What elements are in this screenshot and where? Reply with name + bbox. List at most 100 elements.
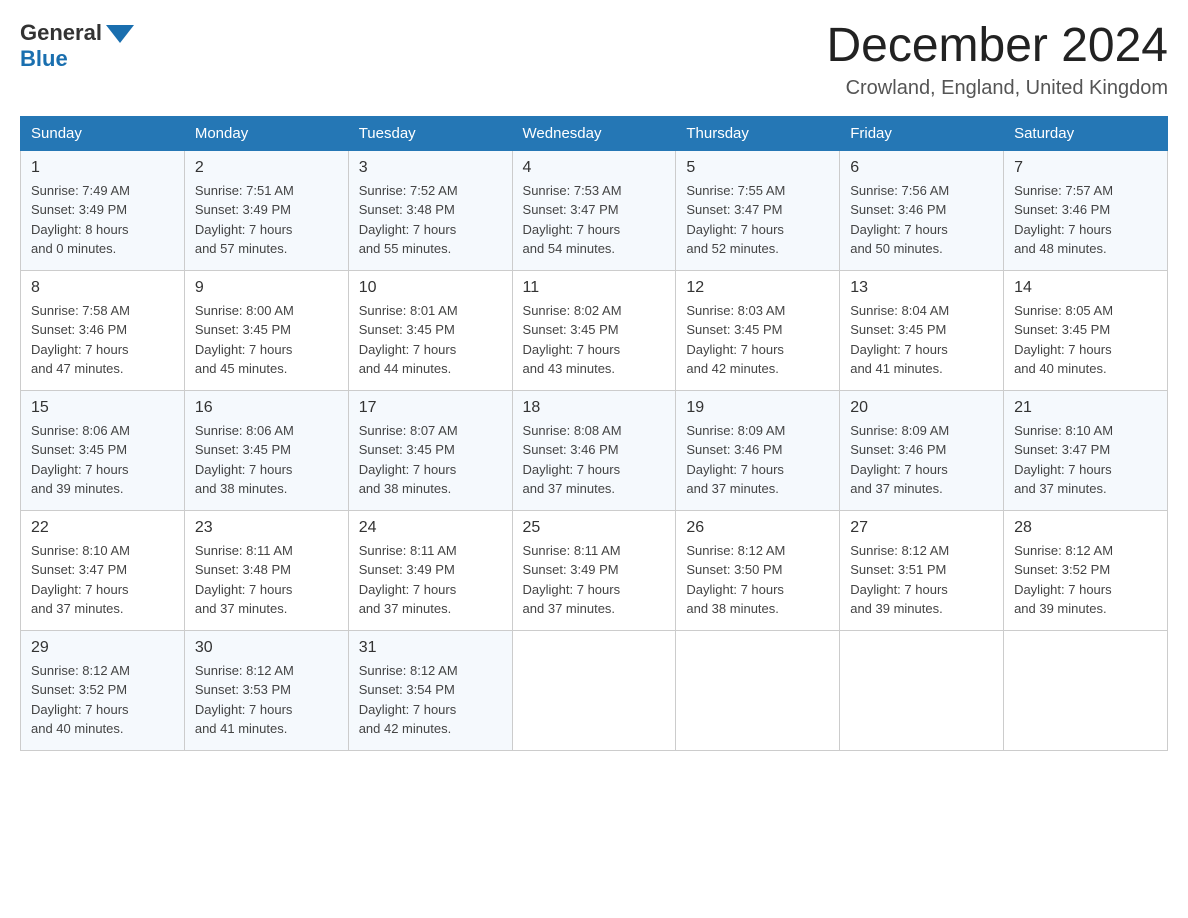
- day-number: 17: [359, 399, 502, 417]
- day-number: 20: [850, 399, 993, 417]
- table-row: 1 Sunrise: 7:49 AM Sunset: 3:49 PM Dayli…: [21, 150, 185, 270]
- table-row: 7 Sunrise: 7:57 AM Sunset: 3:46 PM Dayli…: [1004, 150, 1168, 270]
- table-row: 4 Sunrise: 7:53 AM Sunset: 3:47 PM Dayli…: [512, 150, 676, 270]
- day-info: Sunrise: 8:03 AM Sunset: 3:45 PM Dayligh…: [686, 301, 829, 379]
- day-number: 6: [850, 159, 993, 177]
- day-info: Sunrise: 8:12 AM Sunset: 3:52 PM Dayligh…: [31, 661, 174, 739]
- day-number: 18: [523, 399, 666, 417]
- day-info: Sunrise: 8:07 AM Sunset: 3:45 PM Dayligh…: [359, 421, 502, 499]
- logo-blue-text: Blue: [20, 46, 134, 72]
- day-number: 23: [195, 519, 338, 537]
- location-text: Crowland, England, United Kingdom: [826, 77, 1168, 100]
- table-row: 5 Sunrise: 7:55 AM Sunset: 3:47 PM Dayli…: [676, 150, 840, 270]
- day-info: Sunrise: 7:58 AM Sunset: 3:46 PM Dayligh…: [31, 301, 174, 379]
- day-info: Sunrise: 7:56 AM Sunset: 3:46 PM Dayligh…: [850, 181, 993, 259]
- day-number: 21: [1014, 399, 1157, 417]
- calendar-week-1: 1 Sunrise: 7:49 AM Sunset: 3:49 PM Dayli…: [21, 150, 1168, 270]
- day-info: Sunrise: 8:12 AM Sunset: 3:54 PM Dayligh…: [359, 661, 502, 739]
- table-row: 17 Sunrise: 8:07 AM Sunset: 3:45 PM Dayl…: [348, 390, 512, 510]
- day-number: 28: [1014, 519, 1157, 537]
- table-row: 2 Sunrise: 7:51 AM Sunset: 3:49 PM Dayli…: [184, 150, 348, 270]
- logo: General Blue: [20, 20, 134, 72]
- day-info: Sunrise: 8:02 AM Sunset: 3:45 PM Dayligh…: [523, 301, 666, 379]
- day-info: Sunrise: 8:01 AM Sunset: 3:45 PM Dayligh…: [359, 301, 502, 379]
- day-info: Sunrise: 8:04 AM Sunset: 3:45 PM Dayligh…: [850, 301, 993, 379]
- day-number: 10: [359, 279, 502, 297]
- calendar-week-2: 8 Sunrise: 7:58 AM Sunset: 3:46 PM Dayli…: [21, 270, 1168, 390]
- day-info: Sunrise: 7:53 AM Sunset: 3:47 PM Dayligh…: [523, 181, 666, 259]
- day-number: 24: [359, 519, 502, 537]
- col-friday: Friday: [840, 116, 1004, 150]
- table-row: 10 Sunrise: 8:01 AM Sunset: 3:45 PM Dayl…: [348, 270, 512, 390]
- day-info: Sunrise: 8:11 AM Sunset: 3:49 PM Dayligh…: [359, 541, 502, 619]
- day-info: Sunrise: 7:57 AM Sunset: 3:46 PM Dayligh…: [1014, 181, 1157, 259]
- calendar-week-5: 29 Sunrise: 8:12 AM Sunset: 3:52 PM Dayl…: [21, 630, 1168, 750]
- day-info: Sunrise: 7:52 AM Sunset: 3:48 PM Dayligh…: [359, 181, 502, 259]
- table-row: 14 Sunrise: 8:05 AM Sunset: 3:45 PM Dayl…: [1004, 270, 1168, 390]
- logo-general-text: General: [20, 20, 102, 46]
- table-row: 15 Sunrise: 8:06 AM Sunset: 3:45 PM Dayl…: [21, 390, 185, 510]
- day-number: 9: [195, 279, 338, 297]
- col-saturday: Saturday: [1004, 116, 1168, 150]
- table-row: 8 Sunrise: 7:58 AM Sunset: 3:46 PM Dayli…: [21, 270, 185, 390]
- day-info: Sunrise: 8:09 AM Sunset: 3:46 PM Dayligh…: [686, 421, 829, 499]
- table-row: 30 Sunrise: 8:12 AM Sunset: 3:53 PM Dayl…: [184, 630, 348, 750]
- table-row: 18 Sunrise: 8:08 AM Sunset: 3:46 PM Dayl…: [512, 390, 676, 510]
- day-info: Sunrise: 7:49 AM Sunset: 3:49 PM Dayligh…: [31, 181, 174, 259]
- calendar-header-row: Sunday Monday Tuesday Wednesday Thursday…: [21, 116, 1168, 150]
- day-number: 19: [686, 399, 829, 417]
- day-info: Sunrise: 8:12 AM Sunset: 3:52 PM Dayligh…: [1014, 541, 1157, 619]
- calendar-week-4: 22 Sunrise: 8:10 AM Sunset: 3:47 PM Dayl…: [21, 510, 1168, 630]
- day-number: 14: [1014, 279, 1157, 297]
- day-info: Sunrise: 8:11 AM Sunset: 3:49 PM Dayligh…: [523, 541, 666, 619]
- day-info: Sunrise: 8:06 AM Sunset: 3:45 PM Dayligh…: [195, 421, 338, 499]
- day-info: Sunrise: 8:06 AM Sunset: 3:45 PM Dayligh…: [31, 421, 174, 499]
- table-row: 19 Sunrise: 8:09 AM Sunset: 3:46 PM Dayl…: [676, 390, 840, 510]
- table-row: 27 Sunrise: 8:12 AM Sunset: 3:51 PM Dayl…: [840, 510, 1004, 630]
- day-number: 7: [1014, 159, 1157, 177]
- day-info: Sunrise: 8:00 AM Sunset: 3:45 PM Dayligh…: [195, 301, 338, 379]
- table-row: 24 Sunrise: 8:11 AM Sunset: 3:49 PM Dayl…: [348, 510, 512, 630]
- day-info: Sunrise: 7:51 AM Sunset: 3:49 PM Dayligh…: [195, 181, 338, 259]
- table-row: 9 Sunrise: 8:00 AM Sunset: 3:45 PM Dayli…: [184, 270, 348, 390]
- day-number: 15: [31, 399, 174, 417]
- day-number: 27: [850, 519, 993, 537]
- table-row: [840, 630, 1004, 750]
- day-info: Sunrise: 8:08 AM Sunset: 3:46 PM Dayligh…: [523, 421, 666, 499]
- day-number: 4: [523, 159, 666, 177]
- day-number: 8: [31, 279, 174, 297]
- day-info: Sunrise: 8:10 AM Sunset: 3:47 PM Dayligh…: [1014, 421, 1157, 499]
- logo-triangle-icon: [106, 25, 134, 43]
- table-row: 26 Sunrise: 8:12 AM Sunset: 3:50 PM Dayl…: [676, 510, 840, 630]
- col-monday: Monday: [184, 116, 348, 150]
- page-header: General Blue December 2024 Crowland, Eng…: [20, 20, 1168, 100]
- table-row: [512, 630, 676, 750]
- day-info: Sunrise: 7:55 AM Sunset: 3:47 PM Dayligh…: [686, 181, 829, 259]
- day-number: 3: [359, 159, 502, 177]
- table-row: 25 Sunrise: 8:11 AM Sunset: 3:49 PM Dayl…: [512, 510, 676, 630]
- table-row: 11 Sunrise: 8:02 AM Sunset: 3:45 PM Dayl…: [512, 270, 676, 390]
- day-number: 26: [686, 519, 829, 537]
- table-row: 6 Sunrise: 7:56 AM Sunset: 3:46 PM Dayli…: [840, 150, 1004, 270]
- day-number: 30: [195, 639, 338, 657]
- table-row: 29 Sunrise: 8:12 AM Sunset: 3:52 PM Dayl…: [21, 630, 185, 750]
- day-info: Sunrise: 8:12 AM Sunset: 3:51 PM Dayligh…: [850, 541, 993, 619]
- day-info: Sunrise: 8:10 AM Sunset: 3:47 PM Dayligh…: [31, 541, 174, 619]
- table-row: 22 Sunrise: 8:10 AM Sunset: 3:47 PM Dayl…: [21, 510, 185, 630]
- day-number: 29: [31, 639, 174, 657]
- col-sunday: Sunday: [21, 116, 185, 150]
- day-number: 16: [195, 399, 338, 417]
- table-row: 31 Sunrise: 8:12 AM Sunset: 3:54 PM Dayl…: [348, 630, 512, 750]
- day-number: 2: [195, 159, 338, 177]
- day-info: Sunrise: 8:09 AM Sunset: 3:46 PM Dayligh…: [850, 421, 993, 499]
- table-row: [676, 630, 840, 750]
- table-row: [1004, 630, 1168, 750]
- table-row: 13 Sunrise: 8:04 AM Sunset: 3:45 PM Dayl…: [840, 270, 1004, 390]
- table-row: 12 Sunrise: 8:03 AM Sunset: 3:45 PM Dayl…: [676, 270, 840, 390]
- day-number: 5: [686, 159, 829, 177]
- table-row: 23 Sunrise: 8:11 AM Sunset: 3:48 PM Dayl…: [184, 510, 348, 630]
- day-number: 31: [359, 639, 502, 657]
- day-info: Sunrise: 8:12 AM Sunset: 3:53 PM Dayligh…: [195, 661, 338, 739]
- day-info: Sunrise: 8:11 AM Sunset: 3:48 PM Dayligh…: [195, 541, 338, 619]
- table-row: 28 Sunrise: 8:12 AM Sunset: 3:52 PM Dayl…: [1004, 510, 1168, 630]
